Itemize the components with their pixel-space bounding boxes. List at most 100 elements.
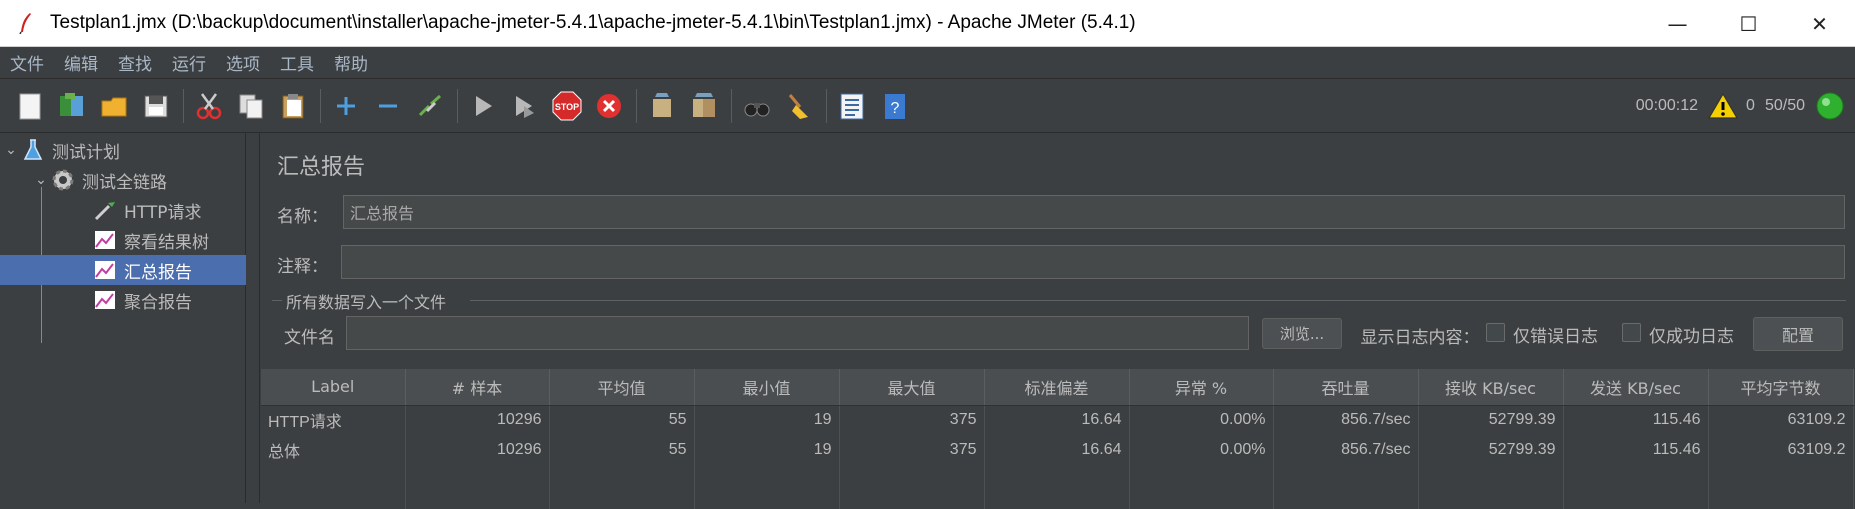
split-pane-divider[interactable] <box>246 133 260 503</box>
table-cell: 0.00% <box>1129 435 1274 465</box>
column-header[interactable]: 最小值 <box>694 369 840 406</box>
clear-all-icon[interactable] <box>686 87 722 125</box>
table-cell: 55 <box>549 405 695 435</box>
menu-run[interactable]: 运行 <box>172 50 206 75</box>
tree-item-http-request[interactable]: HTTP请求 <box>92 195 246 225</box>
comment-label: 注释： <box>277 257 328 277</box>
stop-icon[interactable]: STOP <box>549 87 585 125</box>
collapse-all-icon[interactable] <box>370 87 406 125</box>
table-cell: 0.00% <box>1129 405 1274 435</box>
success-only-label: 仅成功日志 <box>1649 327 1734 347</box>
errors-only-checkbox[interactable] <box>1486 323 1505 342</box>
run-status: 00:00:12 0 50/50 <box>1636 79 1845 133</box>
tree-item-summary-report[interactable]: 汇总报告 <box>0 255 246 285</box>
menu-options[interactable]: 选项 <box>226 50 260 75</box>
table-cell: 115.46 <box>1563 405 1709 435</box>
column-header[interactable]: 发送 KB/sec <box>1563 369 1709 406</box>
expand-all-icon[interactable] <box>328 87 364 125</box>
shutdown-icon[interactable] <box>591 87 627 125</box>
summary-report-panel: 汇总报告 名称： 汇总报告 注释： 所有数据写入一个文件 文件名 浏览... 显… <box>260 133 1855 509</box>
start-icon[interactable] <box>465 87 501 125</box>
column-header[interactable]: # 样本 <box>405 369 550 406</box>
table-cell: 115.46 <box>1563 435 1709 465</box>
title-bar: Testplan1.jmx (D:\backup\document\instal… <box>0 0 1855 47</box>
table-cell: 375 <box>839 405 985 435</box>
success-only-checkbox[interactable] <box>1622 323 1641 342</box>
tree-item-view-results-tree[interactable]: 察看结果树 <box>92 225 246 255</box>
column-header[interactable]: 标准偏差 <box>984 369 1130 406</box>
column-header[interactable]: 最大值 <box>839 369 985 406</box>
start-no-pause-icon[interactable] <box>507 87 543 125</box>
running-indicator-icon <box>1816 92 1844 120</box>
active-threads: 50/50 <box>1764 97 1805 114</box>
browse-button[interactable]: 浏览... <box>1262 318 1342 349</box>
chevron-down-icon[interactable]: ⌄ <box>2 142 20 158</box>
toolbar: STOP ? 00:00:12 0 50/50 <box>0 79 1855 133</box>
column-header[interactable]: 接收 KB/sec <box>1418 369 1564 406</box>
tree-item-label: 聚合报告 <box>124 292 192 313</box>
file-group-title: 所有数据写入一个文件 <box>286 293 447 312</box>
table-row[interactable]: HTTP请求 10296 55 19 375 16.64 0.00% 856.7… <box>261 405 1854 435</box>
tree-item-label: 测试计划 <box>52 142 120 163</box>
configure-button[interactable]: 配置 <box>1753 317 1843 351</box>
chart-icon <box>92 287 118 313</box>
help-icon[interactable]: ? <box>876 87 912 125</box>
column-header[interactable]: 异常 % <box>1129 369 1274 406</box>
column-header[interactable]: 平均值 <box>549 369 695 406</box>
warning-icon[interactable] <box>1708 92 1739 120</box>
reset-search-icon[interactable] <box>781 87 817 125</box>
chart-icon <box>92 227 118 253</box>
cut-icon[interactable] <box>191 87 227 125</box>
chart-icon <box>92 257 118 283</box>
filename-label: 文件名 <box>284 328 335 348</box>
toggle-icon[interactable] <box>412 87 448 125</box>
menu-bar: 文件 编辑 查找 运行 选项 工具 帮助 <box>0 47 1855 79</box>
table-row[interactable]: 总体 10296 55 19 375 16.64 0.00% 856.7/sec… <box>261 435 1854 465</box>
error-count: 0 <box>1746 97 1755 114</box>
table-cell: 63109.2 <box>1708 435 1854 465</box>
elapsed-time: 00:00:12 <box>1635 97 1699 114</box>
log-content-label: 显示日志内容： <box>1360 328 1480 348</box>
maximize-button[interactable]: ☐ <box>1713 0 1784 47</box>
clear-icon[interactable] <box>644 87 680 125</box>
copy-icon[interactable] <box>233 87 269 125</box>
save-icon[interactable] <box>138 87 174 125</box>
table-cell: 856.7/sec <box>1273 435 1419 465</box>
tree-item-thread-group[interactable]: ⌄ 测试全链路 <box>32 165 246 195</box>
minimize-button[interactable]: — <box>1642 0 1713 47</box>
column-header[interactable]: 吞吐量 <box>1273 369 1419 406</box>
paste-icon[interactable] <box>275 87 311 125</box>
comment-field[interactable] <box>341 245 1845 279</box>
chevron-down-icon[interactable]: ⌄ <box>32 172 50 188</box>
page-title: 汇总报告 <box>277 155 366 180</box>
errors-only-label: 仅错误日志 <box>1513 327 1598 347</box>
tree-item-aggregate-report[interactable]: 聚合报告 <box>92 285 246 315</box>
menu-tools[interactable]: 工具 <box>280 50 314 75</box>
menu-edit[interactable]: 编辑 <box>64 50 98 75</box>
new-icon[interactable] <box>12 87 48 125</box>
column-header[interactable]: Label <box>261 369 406 406</box>
name-field[interactable]: 汇总报告 <box>343 195 1845 229</box>
table-cell: 10296 <box>405 435 550 465</box>
svg-text:STOP: STOP <box>555 102 579 112</box>
table-cell: 375 <box>839 435 985 465</box>
open-icon[interactable] <box>96 87 132 125</box>
name-label: 名称： <box>277 207 328 227</box>
table-header-row: Label # 样本 平均值 最小值 最大值 标准偏差 异常 % 吞吐量 接收 … <box>261 369 1854 406</box>
table-cell: 总体 <box>261 435 406 465</box>
tree-item-label: HTTP请求 <box>124 202 202 223</box>
close-button[interactable]: ✕ <box>1784 0 1855 47</box>
function-helper-icon[interactable] <box>834 87 870 125</box>
tree-item-label: 察看结果树 <box>124 232 209 253</box>
table-cell: 10296 <box>405 405 550 435</box>
filename-input[interactable] <box>346 316 1249 350</box>
column-header[interactable]: 平均字节数 <box>1708 369 1854 406</box>
table-cell: 52799.39 <box>1418 435 1564 465</box>
templates-icon[interactable] <box>54 87 90 125</box>
menu-file[interactable]: 文件 <box>10 50 44 75</box>
menu-search[interactable]: 查找 <box>118 50 152 75</box>
tree-item-test-plan[interactable]: ⌄ 测试计划 <box>2 135 246 165</box>
search-binoculars-icon[interactable] <box>739 87 775 125</box>
pipette-icon <box>92 197 118 223</box>
menu-help[interactable]: 帮助 <box>334 50 368 75</box>
